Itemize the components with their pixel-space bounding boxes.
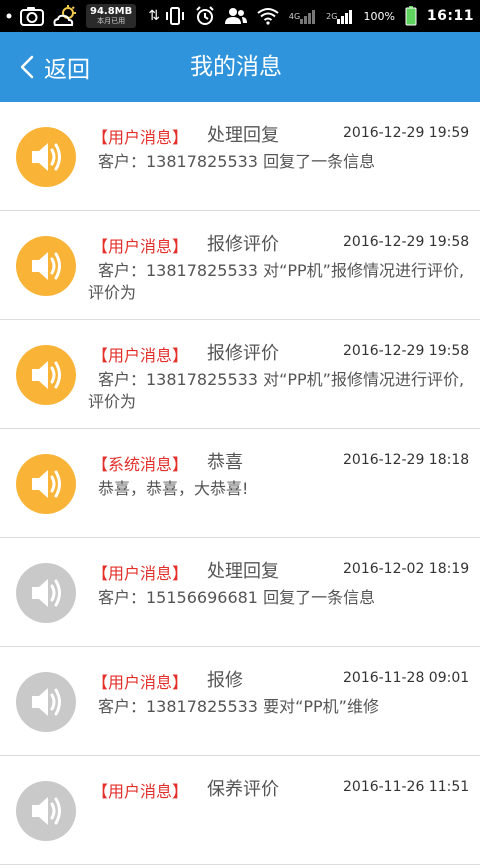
speaker-icon [16, 454, 76, 514]
message-type: 【系统消息】 [92, 455, 189, 474]
alarm-icon [195, 0, 215, 32]
message-item[interactable]: 【系统消息】 恭喜 2016-12-29 18:18 恭喜，恭喜，大恭喜! [0, 429, 480, 538]
message-title: 处理回复 [207, 561, 279, 582]
speaker-icon [16, 127, 76, 187]
speaker-icon [16, 781, 76, 841]
status-clock: 16:11 [426, 8, 474, 24]
back-label: 返回 [44, 57, 90, 83]
message-title: 保养评价 [207, 779, 279, 800]
status-bar: 94.8MB 本月已用 ⇅ 4G 2G 100% 16:11 [0, 0, 480, 32]
network-speed: 94.8MB [90, 6, 133, 17]
message-list: 【用户消息】 处理回复 2016-12-29 19:59 客户：13817825… [0, 102, 480, 865]
message-title: 报修 [207, 670, 243, 691]
chevron-left-icon [20, 55, 34, 79]
contacts-icon [224, 0, 247, 32]
message-time: 2016-11-26 11:51 [343, 779, 470, 795]
vibrate-icon [165, 0, 185, 32]
weather-icon [52, 0, 78, 32]
message-time: 2016-11-28 09:01 [343, 670, 470, 686]
message-title: 报修评价 [207, 234, 279, 255]
message-item[interactable]: 【用户消息】 报修评价 2016-12-29 19:58 客户：13817825… [0, 211, 480, 320]
message-item[interactable]: 【用户消息】 保养评价 2016-11-26 11:51 [0, 756, 480, 865]
battery-percent: 100% [363, 9, 395, 23]
message-title: 恭喜 [207, 452, 243, 473]
network-speed-caption: 本月已用 [97, 17, 126, 25]
camera-icon [20, 0, 44, 32]
speaker-icon [16, 672, 76, 732]
app-header: 返回 我的消息 [0, 32, 480, 102]
speaker-icon [16, 236, 76, 296]
message-body: 客户：13817825533 要对“PP机”维修 [98, 697, 379, 716]
speaker-icon [16, 345, 76, 405]
message-time: 2016-12-29 19:58 [343, 234, 470, 250]
message-type: 【用户消息】 [92, 564, 189, 583]
message-title: 报修评价 [207, 343, 279, 364]
battery-icon [405, 0, 417, 32]
message-type: 【用户消息】 [92, 346, 189, 365]
message-time: 2016-12-02 18:19 [343, 561, 470, 577]
message-body: 客户：13817825533 对“PP机”报修情况进行评价,评价为 [88, 370, 465, 411]
message-item[interactable]: 【用户消息】 报修 2016-11-28 09:01 客户：1381782553… [0, 647, 480, 756]
dot-icon [6, 0, 12, 32]
speaker-icon [16, 563, 76, 623]
wifi-icon [257, 0, 279, 32]
message-type: 【用户消息】 [92, 782, 189, 801]
message-body: 客户：13817825533 对“PP机”报修情况进行评价,评价为 [88, 261, 465, 302]
message-item[interactable]: 【用户消息】 处理回复 2016-12-29 19:59 客户：13817825… [0, 102, 480, 211]
message-type: 【用户消息】 [92, 673, 189, 692]
signal-2g-icon: 2G [326, 0, 353, 32]
page-title: 我的消息 [190, 54, 282, 80]
message-time: 2016-12-29 19:59 [343, 125, 470, 141]
message-body: 客户：13817825533 回复了一条信息 [98, 152, 376, 171]
message-item[interactable]: 【用户消息】 处理回复 2016-12-02 18:19 客户：15156696… [0, 538, 480, 647]
signal-4g-icon: 4G [289, 0, 316, 32]
message-body: 客户：15156696681 回复了一条信息 [98, 588, 376, 607]
data-transfer-icon: ⇅ [148, 8, 160, 24]
message-item[interactable]: 【用户消息】 报修评价 2016-12-29 19:58 客户：13817825… [0, 320, 480, 429]
message-type: 【用户消息】 [92, 128, 189, 147]
message-time: 2016-12-29 18:18 [343, 452, 470, 468]
signal-2g-label: 2G [326, 11, 338, 21]
message-title: 处理回复 [207, 125, 279, 146]
message-time: 2016-12-29 19:58 [343, 343, 470, 359]
message-type: 【用户消息】 [92, 237, 189, 256]
message-body: 恭喜，恭喜，大恭喜! [98, 479, 249, 498]
signal-4g-label: 4G [288, 11, 301, 21]
back-button[interactable]: 返回 [20, 32, 90, 102]
network-speed-widget: 94.8MB 本月已用 [86, 4, 137, 28]
